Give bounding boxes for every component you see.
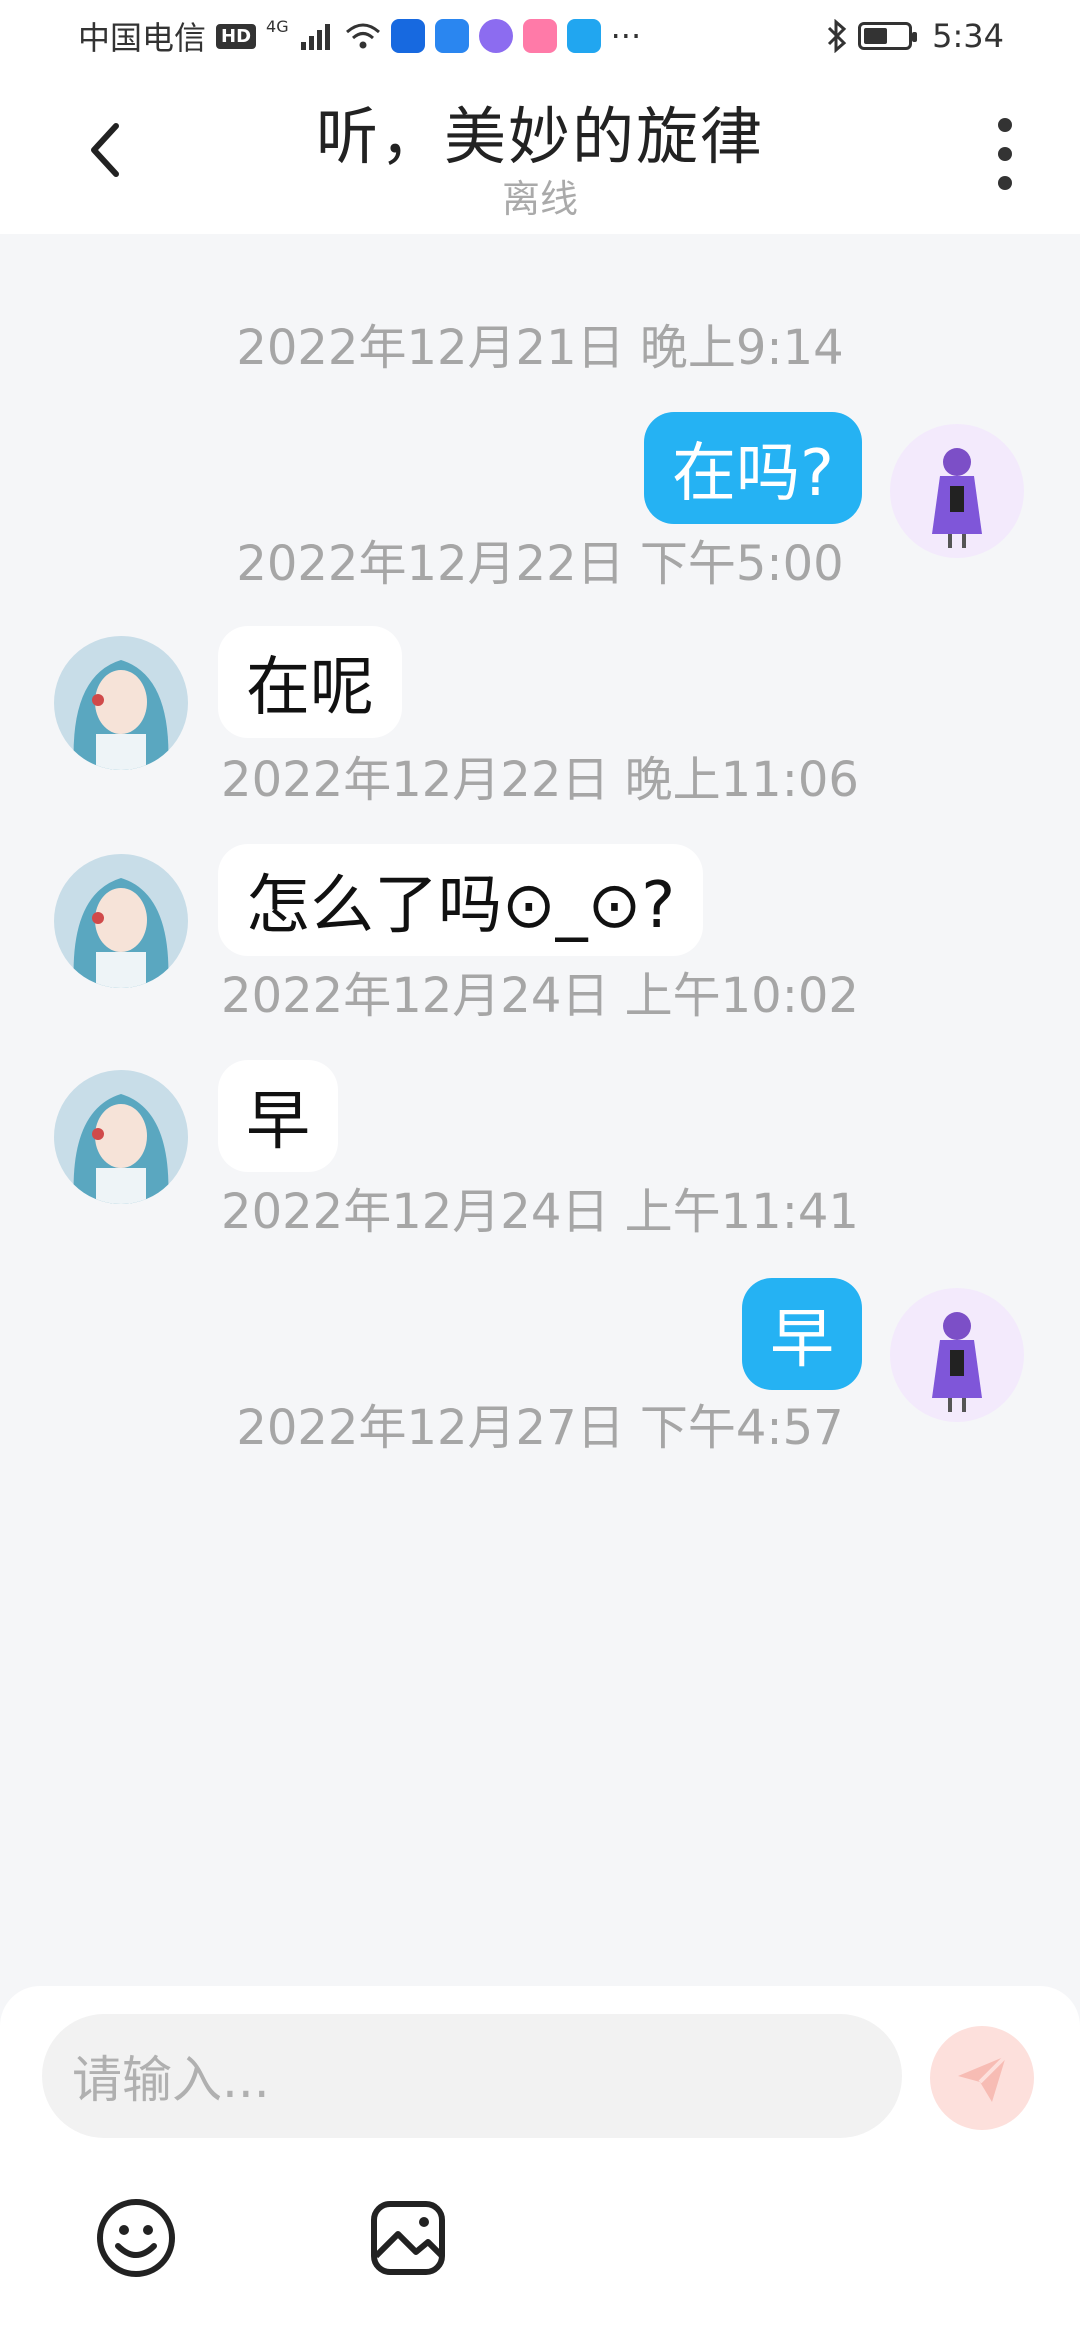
page-title: 听，美妙的旋律 <box>315 100 764 173</box>
app-icon-music <box>478 19 513 53</box>
app-icon-search <box>566 19 601 53</box>
app-icon-blue-arrow <box>390 19 425 53</box>
more-notifications: ··· <box>610 17 642 55</box>
message-input[interactable]: 请输入... <box>42 2014 902 2138</box>
input-bar: 请输入... <box>0 1986 1080 2340</box>
emoji-icon <box>97 2199 175 2277</box>
timestamp: 2022年12月24日 上午11:41 <box>221 1184 859 1240</box>
timestamp: 2022年12月22日 下午5:00 <box>236 536 844 592</box>
chat-header: 听，美妙的旋律 离线 <box>0 72 1080 234</box>
carrier-label: 中国电信 <box>78 19 207 57</box>
app-icon-weather <box>434 19 469 53</box>
wifi-icon <box>345 23 380 49</box>
timestamp: 2022年12月24日 上午10:02 <box>221 968 859 1024</box>
hd-badge: HD <box>216 23 257 49</box>
image-icon <box>371 2201 445 2275</box>
message-list: 2022年12月21日 晚上9:14 在吗? 2022年12月22日 下午5:0… <box>0 234 1080 1994</box>
incoming-message[interactable]: 早 <box>218 1060 338 1172</box>
signal-icon <box>300 24 330 50</box>
timestamp: 2022年12月27日 下午4:57 <box>236 1400 844 1456</box>
app-icon-gift <box>522 19 557 53</box>
clock: 5:34 <box>932 17 1004 55</box>
more-options-button[interactable] <box>990 118 1020 190</box>
timestamp: 2022年12月22日 晚上11:06 <box>221 752 859 808</box>
online-status: 离线 <box>501 177 578 221</box>
incoming-message[interactable]: 怎么了吗⊙_⊙? <box>218 844 704 956</box>
incoming-message[interactable]: 在呢 <box>218 626 402 738</box>
send-icon <box>958 2054 1008 2102</box>
vertical-dots-icon <box>998 118 1012 132</box>
bluetooth-icon <box>828 19 847 53</box>
status-left: 中国电信 HD 4G ··· <box>78 13 641 59</box>
status-bar: 中国电信 HD 4G ··· 5:34 <box>0 0 1080 72</box>
status-right: 5:34 <box>826 17 1004 55</box>
send-button[interactable] <box>930 2026 1034 2130</box>
outgoing-message[interactable]: 在吗? <box>644 412 862 524</box>
timestamp: 2022年12月21日 晚上9:14 <box>236 320 844 376</box>
emoji-button[interactable] <box>94 2196 178 2280</box>
image-button[interactable] <box>366 2196 450 2280</box>
network-type-label: 4G <box>266 16 289 36</box>
outgoing-message[interactable]: 早 <box>742 1278 862 1390</box>
battery-icon <box>858 22 918 50</box>
